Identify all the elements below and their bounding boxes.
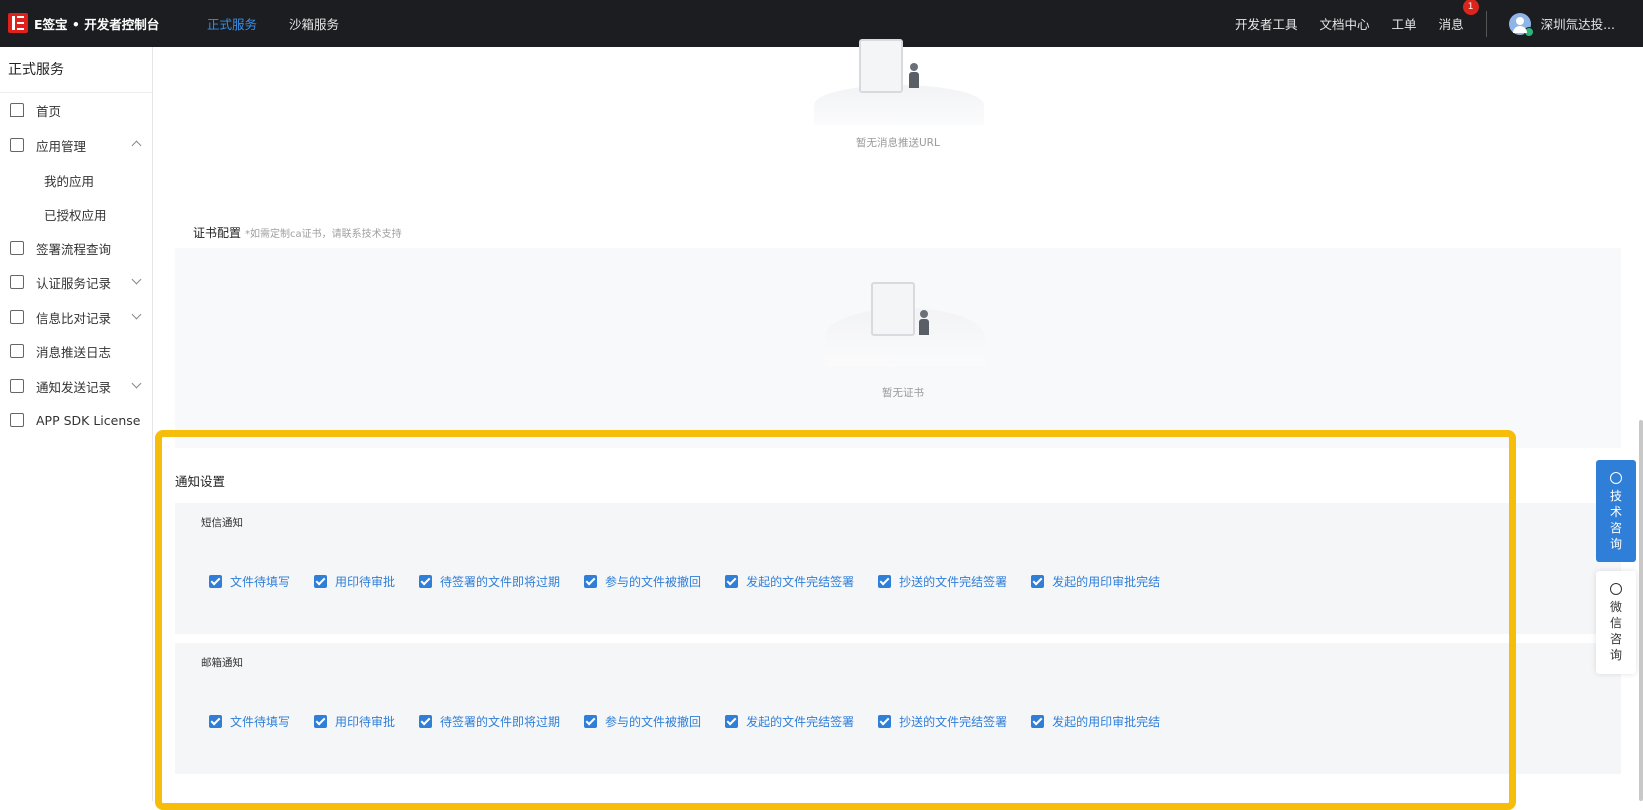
top-nav: 正式服务 沙箱服务 [207,0,339,47]
nav-production[interactable]: 正式服务 [207,14,257,33]
sidebar-item-label: 应用管理 [36,138,87,154]
divider [1485,10,1487,37]
sidebar-item-sdk-license[interactable]: APP SDK License [0,407,152,433]
cert-title: 证书配置 [193,226,242,240]
sidebar-item-label: 首页 [36,103,62,119]
sidebar-item-push-log[interactable]: 消息推送日志 [0,338,152,364]
person-body-illustration [909,72,919,88]
sidebar-item-sign-flow-query[interactable]: 签署流程查询 [0,235,152,261]
chevron-up-icon [131,140,142,151]
tickets-link[interactable]: 工单 [1392,14,1417,33]
log-icon [10,344,24,358]
cert-hint: *如需定制ca证书，请联系技术支持 [245,229,402,240]
sidebar-item-auth-records[interactable]: 认证服务记录 [0,269,152,295]
messages-label: 消息 [1438,17,1464,32]
clipboard-illustration-icon [871,282,915,336]
avatar-icon [1508,12,1534,37]
cert-empty-text: 暂无证书 [882,387,924,399]
sidebar-item-home[interactable]: 首页 [0,97,152,123]
wechat-icon [1610,583,1622,595]
chevron-down-icon [131,309,142,320]
logo[interactable]: E签宝 • 开发者控制台 [8,13,159,33]
id-card-icon [10,275,24,289]
compare-doc-icon [10,310,24,324]
messages-link[interactable]: 消息 1 [1438,0,1479,33]
person-body-illustration [919,319,929,335]
wechat-consult-char: 信 [1609,616,1622,630]
sidebar-item-label: 签署流程查询 [36,241,112,257]
tech-consult-char: 询 [1609,537,1622,551]
sidebar-item-authorized-apps[interactable]: 已授权应用 [44,205,107,224]
tech-consult-char: 技 [1609,489,1622,503]
home-icon [10,103,24,117]
verified-icon [1523,26,1534,37]
sidebar-item-label: 消息推送日志 [36,344,112,360]
docs-link[interactable]: 文档中心 [1320,14,1370,33]
user-name: 深圳氚达投... [1540,17,1615,32]
wechat-consult-char: 询 [1609,648,1622,662]
sidebar-item-compare-records[interactable]: 信息比对记录 [0,304,152,330]
wechat-consult-char: 咨 [1609,632,1622,646]
tech-consult-char: 术 [1609,505,1622,519]
device-icon [10,413,24,427]
sidebar-title: 正式服务 [0,47,152,93]
cert-section-title: 证书配置 *如需定制ca证书，请联系技术支持 [193,224,402,241]
message-icon [10,379,24,393]
sidebar-item-label: APP SDK License [36,412,141,428]
tech-consult-char: 咨 [1609,521,1622,535]
clipboard-illustration-icon [859,39,903,93]
cert-panel: 暂无证书 [175,248,1621,448]
sidebar-item-app-management[interactable]: 应用管理 [0,132,152,158]
wechat-consult-char: 微 [1609,600,1622,614]
top-bar: E签宝 • 开发者控制台 正式服务 沙箱服务 开发者工具 文档中心 工单 消息 … [0,0,1643,47]
sidebar-item-my-apps[interactable]: 我的应用 [44,171,94,190]
apps-grid-icon [10,138,24,152]
tech-consult-button[interactable]: 技 术 咨 询 [1596,460,1636,562]
sidebar-item-label: 通知发送记录 [36,379,112,395]
chevron-down-icon [131,274,142,285]
highlight-frame [155,430,1516,810]
sidebar-item-label: 信息比对记录 [36,310,112,326]
messages-badge: 1 [1462,0,1479,15]
push-url-empty-text: 暂无消息推送URL [856,137,940,149]
nav-sandbox[interactable]: 沙箱服务 [289,14,339,33]
logo-icon [8,13,28,33]
chevron-down-icon [131,378,142,389]
headset-icon [1610,472,1622,484]
person-illustration-icon [920,310,928,318]
logo-text: E签宝 • 开发者控制台 [34,16,160,32]
person-illustration-icon [910,63,918,71]
top-right-menu: 开发者工具 文档中心 工单 消息 1 深圳氚达投... [1235,0,1643,47]
dev-tools-link[interactable]: 开发者工具 [1235,14,1298,33]
user-menu[interactable]: 深圳氚达投... [1508,12,1615,37]
search-doc-icon [10,241,24,255]
sidebar-item-notify-records[interactable]: 通知发送记录 [0,373,152,399]
sidebar-item-label: 认证服务记录 [36,275,112,291]
sidebar: 正式服务 首页 应用管理 我的应用 已授权应用 签署流程查询 认证服务记录 信息… [0,47,153,801]
scrollbar[interactable] [1639,420,1643,801]
wechat-consult-button[interactable]: 微 信 咨 询 [1596,571,1636,674]
